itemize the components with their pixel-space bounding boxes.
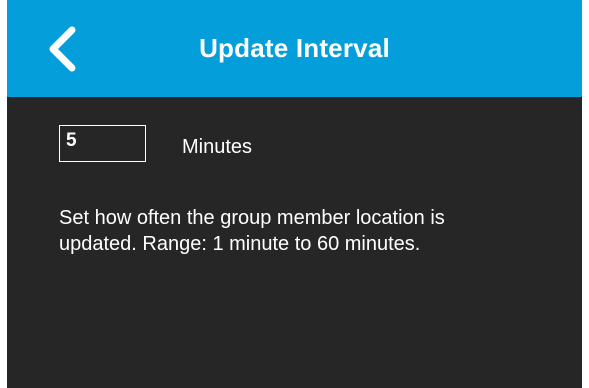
app-header: Update Interval	[7, 0, 582, 97]
page-title: Update Interval	[199, 33, 390, 63]
minutes-unit-label: Minutes	[182, 136, 253, 158]
interval-minutes-input[interactable]	[59, 125, 146, 162]
interval-description: Set how often the group member location …	[59, 207, 445, 255]
settings-screen: Update Interval Minutes Set how often th…	[7, 0, 582, 388]
